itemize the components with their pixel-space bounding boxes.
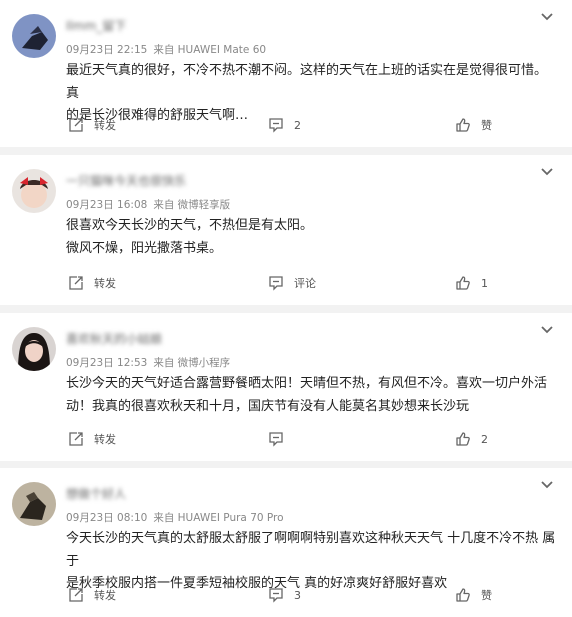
repost-icon (69, 432, 83, 446)
thumbs-up-icon (456, 588, 470, 602)
avatar[interactable] (12, 169, 56, 213)
comment-button[interactable]: 2 (268, 115, 301, 135)
comment-meta: 09月23日 16:08 来自 微博轻享版 (66, 197, 230, 212)
comment-source: 来自 微博轻享版 (153, 199, 231, 211)
like-count: 2 (481, 432, 488, 446)
repost-label: 转发 (94, 277, 116, 290)
comment-feed: Ilmm_留下 09月23日 22:15 来自 HUAWEI Mate 60 最近… (0, 0, 572, 617)
like-count: 赞 (481, 119, 492, 132)
comment-text: 长沙今天的天气好适合露营野餐晒太阳！天晴但不热，有风但不冷。喜欢一切户外活 动！… (66, 376, 548, 414)
comment-time: 09月23日 16:08 (66, 199, 148, 211)
comment-source: 来自 HUAWEI Mate 60 (153, 44, 267, 56)
comment-actions: 转发 3 赞 (0, 585, 572, 605)
comment-icon (269, 432, 283, 447)
repost-icon (69, 276, 83, 290)
repost-icon (69, 588, 83, 602)
repost-button[interactable]: 转发 (68, 273, 116, 293)
repost-label: 转发 (94, 589, 116, 602)
repost-icon (69, 118, 83, 132)
comment-time: 09月23日 22:15 (66, 44, 148, 56)
comment-card: 想做个好人 09月23日 08:10 来自 HUAWEI Pura 70 Pro … (0, 468, 572, 617)
comment-icon (269, 118, 283, 133)
comment-icon (269, 276, 283, 291)
repost-label: 转发 (94, 433, 116, 446)
like-button[interactable]: 1 (455, 273, 488, 293)
like-count: 1 (481, 276, 488, 290)
repost-button[interactable]: 转发 (68, 115, 116, 135)
thumbs-up-icon (456, 276, 470, 290)
comment-button[interactable] (268, 429, 294, 449)
like-button[interactable]: 2 (455, 429, 488, 449)
repost-button[interactable]: 转发 (68, 429, 116, 449)
comment-source: 来自 HUAWEI Pura 70 Pro (153, 512, 284, 524)
comment-time: 09月23日 12:53 (66, 357, 148, 369)
thumbs-up-icon (456, 432, 470, 446)
username[interactable]: 想做个好人 (66, 485, 126, 501)
comment-button[interactable]: 评论 (268, 273, 316, 293)
comment-button[interactable]: 3 (268, 585, 301, 605)
repost-label: 转发 (94, 119, 116, 132)
comment-time: 09月23日 08:10 (66, 512, 148, 524)
comment-count: 3 (294, 588, 301, 602)
chevron-down-icon[interactable] (540, 167, 554, 177)
comment-meta: 09月23日 08:10 来自 HUAWEI Pura 70 Pro (66, 510, 284, 525)
comment-actions: 转发 2 (0, 429, 572, 449)
comment-text: 很喜欢今天长沙的天气，不热但是有太阳。 微风不燥，阳光撒落书桌。 (66, 218, 314, 256)
comment-meta: 09月23日 12:53 来自 微博小程序 (66, 355, 230, 370)
comment-actions: 转发 评论 1 (0, 273, 572, 293)
comment-card: Ilmm_留下 09月23日 22:15 来自 HUAWEI Mate 60 最近… (0, 0, 572, 147)
comment-count: 2 (294, 118, 301, 132)
comment-meta: 09月23日 22:15 来自 HUAWEI Mate 60 (66, 42, 266, 57)
username[interactable]: 一只猫咪今天也很快乐 (66, 172, 186, 188)
like-button[interactable]: 赞 (455, 115, 492, 135)
username[interactable]: 喜欢秋天的小姑娘 (66, 330, 162, 346)
avatar[interactable] (12, 327, 56, 371)
repost-button[interactable]: 转发 (68, 585, 116, 605)
comment-card: 一只猫咪今天也很快乐 09月23日 16:08 来自 微博轻享版 很喜欢今天长沙的… (0, 155, 572, 305)
chevron-down-icon[interactable] (540, 480, 554, 490)
like-count: 赞 (481, 589, 492, 602)
chevron-down-icon[interactable] (540, 12, 554, 22)
avatar[interactable] (12, 482, 56, 526)
comment-count: 评论 (294, 277, 316, 290)
chevron-down-icon[interactable] (540, 325, 554, 335)
comment-icon (269, 588, 283, 603)
username[interactable]: Ilmm_留下 (66, 17, 126, 33)
comment-card: 喜欢秋天的小姑娘 09月23日 12:53 来自 微博小程序 长沙今天的天气好适合… (0, 313, 572, 461)
comment-source: 来自 微博小程序 (153, 357, 231, 369)
comment-actions: 转发 2 赞 (0, 115, 572, 135)
thumbs-up-icon (456, 118, 470, 132)
avatar[interactable] (12, 14, 56, 58)
like-button[interactable]: 赞 (455, 585, 492, 605)
